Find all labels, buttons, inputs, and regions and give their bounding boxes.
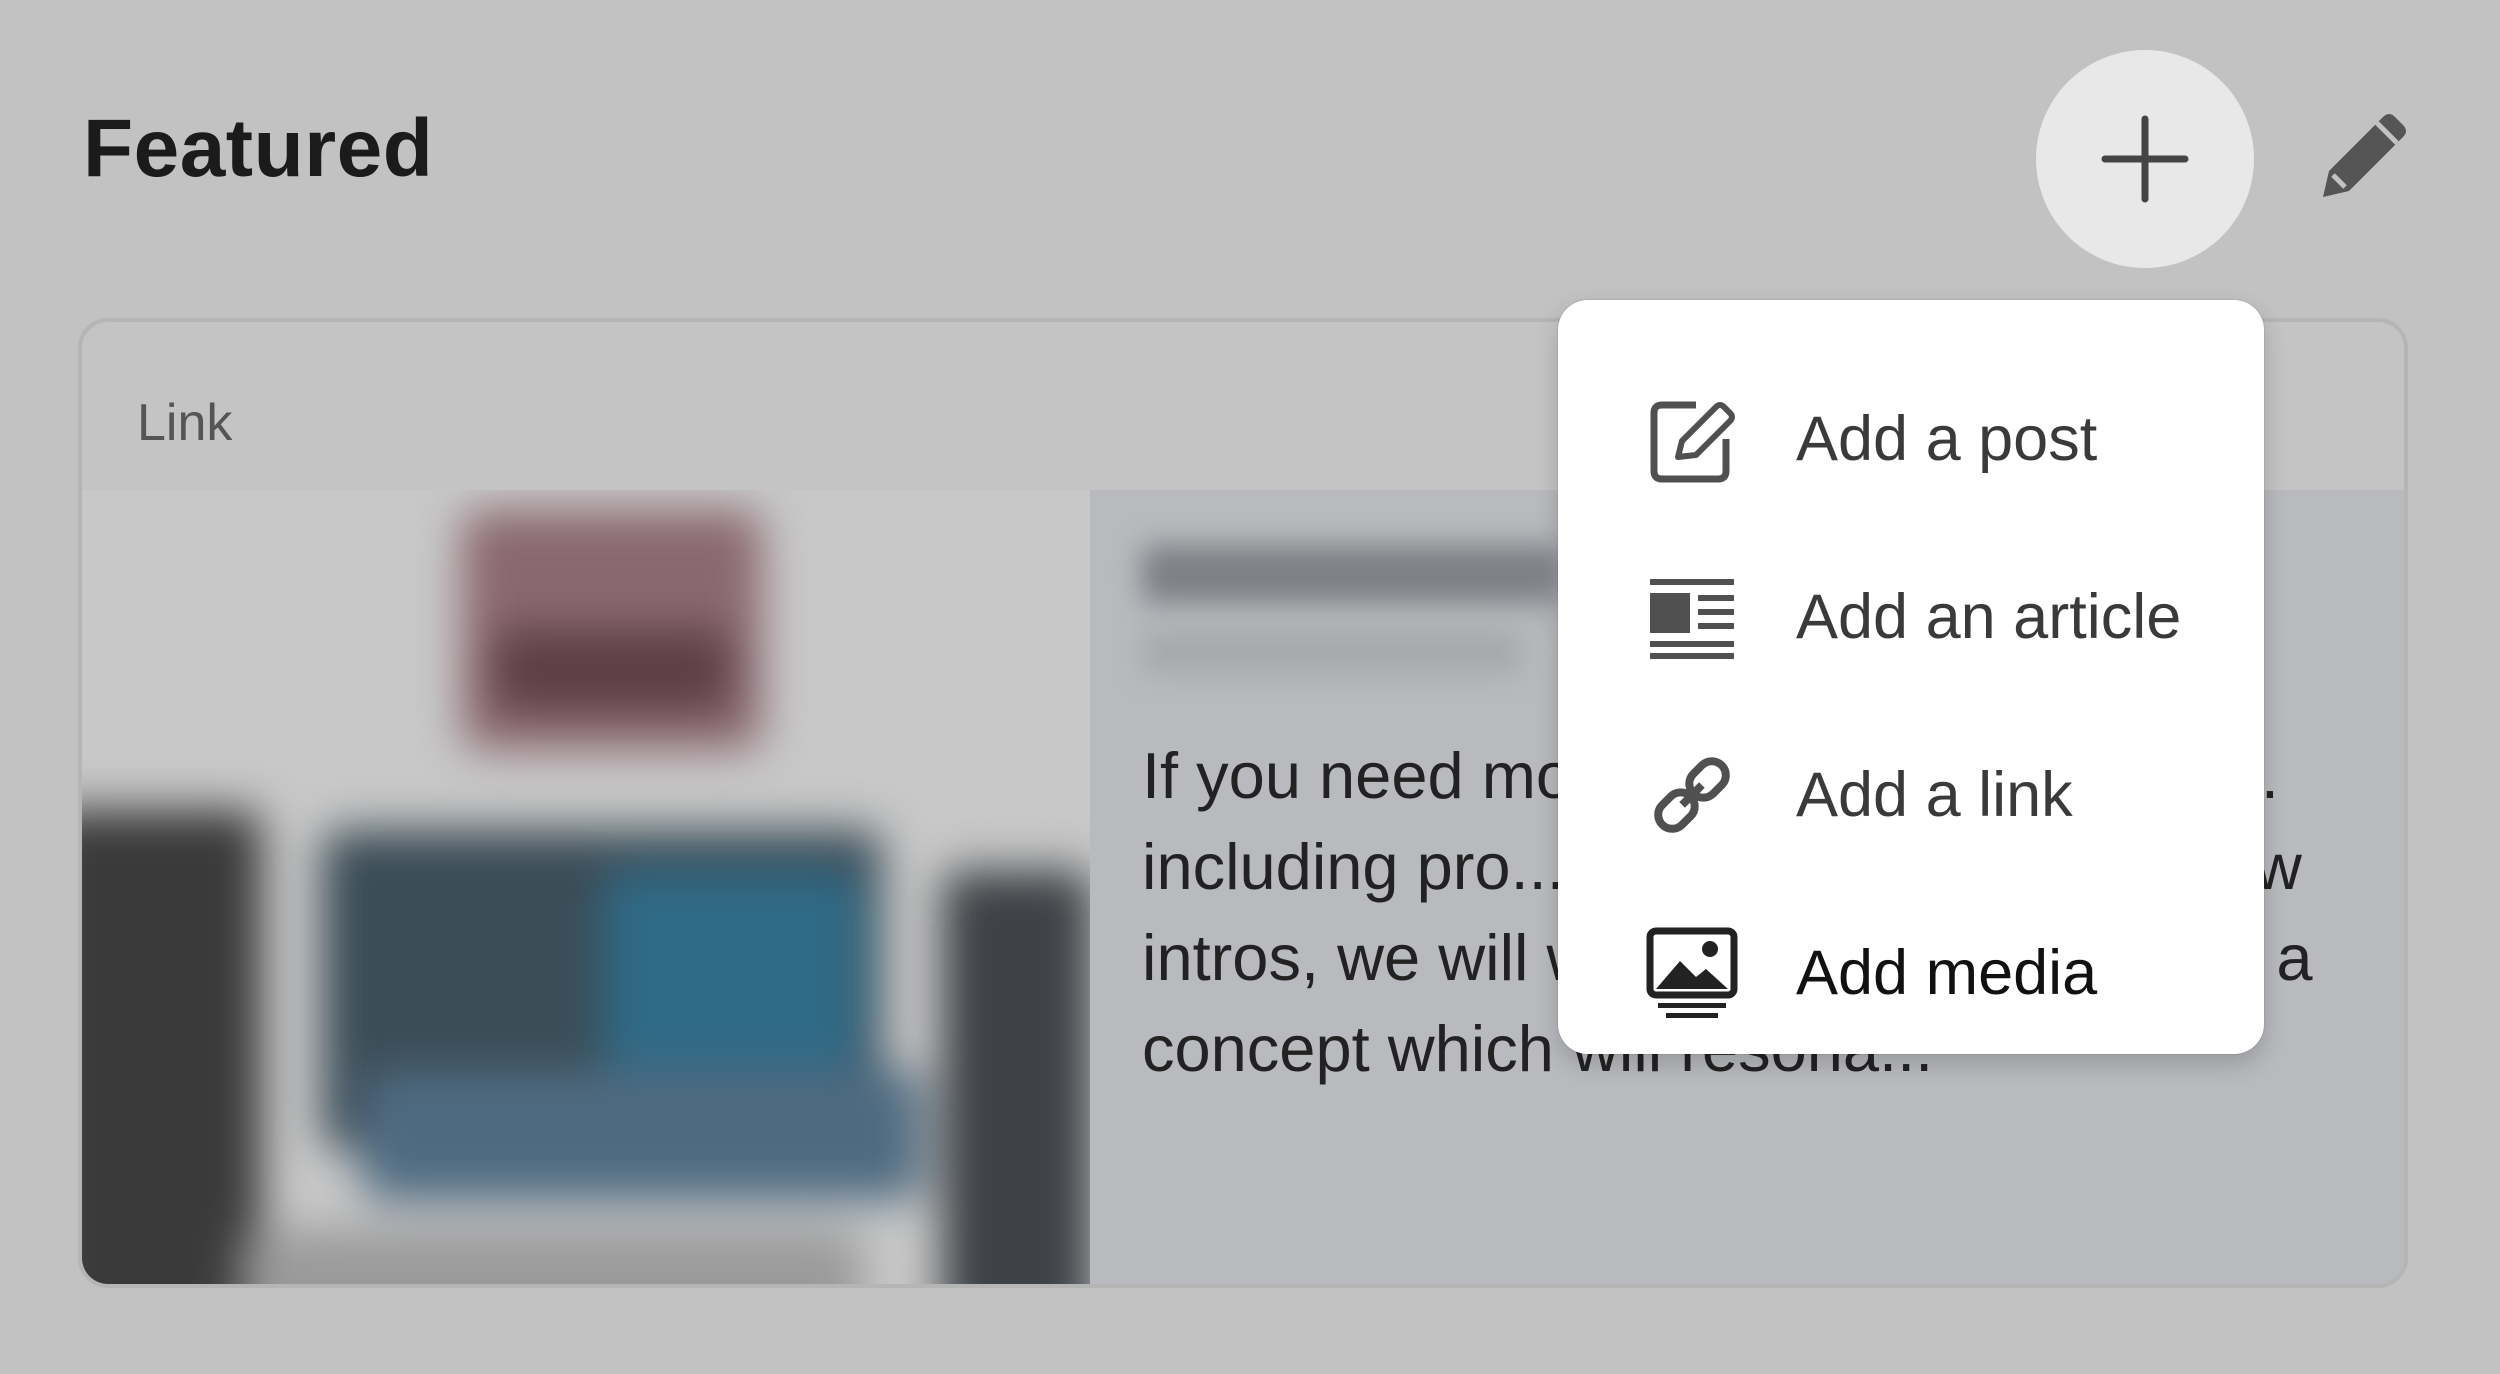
menu-item-add-article[interactable]: Add an article (1558, 528, 2264, 706)
menu-item-add-link[interactable]: Add a link (1558, 706, 2264, 884)
menu-item-add-post[interactable]: Add a post (1558, 350, 2264, 528)
card-type-label: Link (137, 394, 233, 452)
add-featured-menu: Add a post Add an article Add a link Add… (1558, 300, 2264, 1054)
image-icon (1646, 927, 1738, 1018)
menu-item-label: Add media (1796, 938, 2098, 1008)
article-icon (1650, 579, 1734, 659)
menu-item-add-media[interactable]: Add media (1558, 884, 2264, 1062)
blurred-title (1142, 545, 1562, 603)
card-thumbnail (82, 490, 1090, 1284)
link-icon (1654, 757, 1730, 833)
menu-item-label: Add an article (1796, 582, 2182, 652)
edit-square-icon (1650, 401, 1735, 483)
add-featured-button[interactable] (2036, 50, 2254, 268)
menu-item-label: Add a post (1796, 404, 2098, 474)
plus-icon (2101, 115, 2189, 203)
menu-item-label: Add a link (1796, 760, 2073, 830)
section-title: Featured (83, 103, 434, 194)
pencil-icon (2323, 114, 2406, 197)
edit-featured-button[interactable] (2305, 105, 2415, 215)
blurred-subtitle (1142, 630, 1522, 674)
